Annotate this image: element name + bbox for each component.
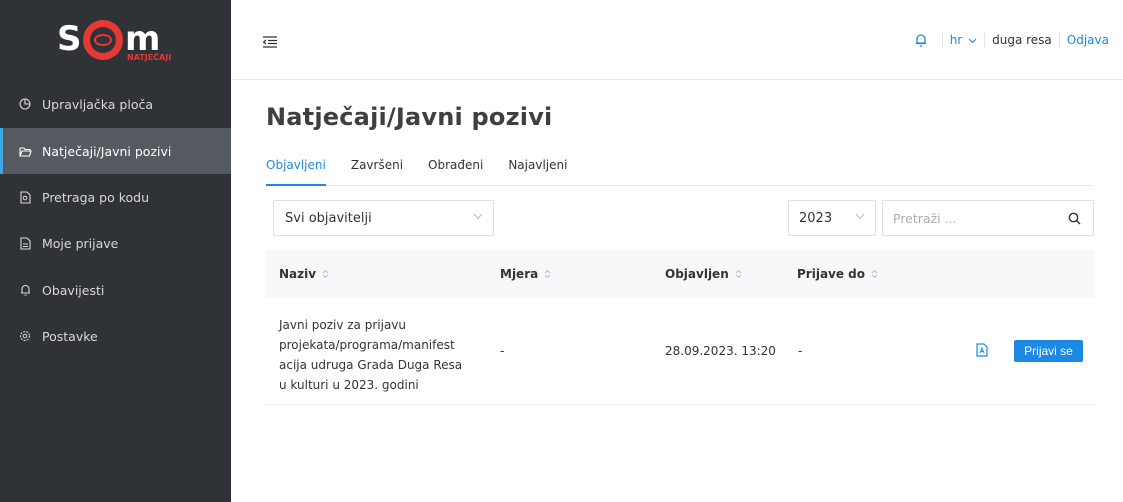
logout-link[interactable]: Odjava <box>1067 33 1109 47</box>
pdf-icon[interactable] <box>976 343 988 360</box>
sort-icon <box>544 269 551 279</box>
column-header-measure[interactable]: Mjera <box>500 267 551 281</box>
table-header: Naziv Mjera Objavljen Prijave do <box>266 250 1094 298</box>
call-name[interactable]: Javni poziv za prijavu projekata/program… <box>279 315 469 395</box>
chevron-down-icon <box>968 38 977 44</box>
sort-icon <box>735 269 742 279</box>
file-search-icon <box>17 190 33 204</box>
search-icon[interactable] <box>1068 212 1081 225</box>
sidebar-item-calls[interactable]: Natječaji/Javni pozivi <box>0 128 231 174</box>
divider <box>984 33 986 47</box>
sidebar: S m NATJEČAJI Upravljačka ploča Natječaj… <box>0 0 231 502</box>
gear-icon <box>17 330 33 342</box>
pie-chart-icon <box>17 98 33 110</box>
language-selector[interactable]: hr <box>950 33 977 47</box>
sidebar-item-my-applications[interactable]: Moje prijave <box>0 220 231 266</box>
sidebar-item-dashboard[interactable]: Upravljačka ploča <box>0 81 231 127</box>
published-date: 28.09.2023. 13:20 <box>665 344 776 358</box>
sidebar-item-label: Natječaji/Javni pozivi <box>42 143 172 159</box>
column-header-deadline[interactable]: Prijave do <box>797 267 878 281</box>
sort-icon <box>322 269 329 279</box>
table-row: Javni poziv za prijavu projekata/program… <box>266 298 1094 405</box>
chevron-down-icon <box>855 213 865 220</box>
search-input[interactable] <box>893 210 1053 226</box>
folder-open-icon <box>17 146 33 157</box>
notifications-bell-icon[interactable] <box>915 33 927 47</box>
username: duga resa <box>992 33 1052 47</box>
publisher-select[interactable]: Svi objavitelji <box>273 200 494 236</box>
top-bar: hr duga resa Odjava <box>231 0 1123 80</box>
deadline-value: - <box>798 344 803 358</box>
sidebar-item-label: Postavke <box>42 328 98 344</box>
chevron-down-icon <box>473 213 483 220</box>
sidebar-item-label: Pretraga po kodu <box>42 189 149 205</box>
apply-button[interactable]: Prijavi se <box>1014 340 1083 362</box>
sidebar-item-notifications[interactable]: Obavijesti <box>0 267 231 313</box>
tab-processed[interactable]: Obrađeni <box>428 158 483 186</box>
tab-published[interactable]: Objavljeni <box>266 158 326 186</box>
column-header-published[interactable]: Objavljen <box>665 267 742 281</box>
divider <box>1058 33 1060 47</box>
svg-text:S: S <box>57 19 82 59</box>
page-title: Natječaji/Javni pozivi <box>266 103 553 131</box>
logo[interactable]: S m NATJEČAJI <box>0 0 231 79</box>
year-select[interactable]: 2023 <box>788 200 876 236</box>
sidebar-item-settings[interactable]: Postavke <box>0 313 231 359</box>
measure-value: - <box>500 344 505 358</box>
bell-icon <box>17 284 33 296</box>
divider <box>941 33 943 47</box>
sidebar-item-code-search[interactable]: Pretraga po kodu <box>0 174 231 220</box>
menu-collapse-icon[interactable] <box>262 33 277 48</box>
tab-announced[interactable]: Najavljeni <box>508 158 567 186</box>
sidebar-item-label: Moje prijave <box>42 235 119 251</box>
logo-subtext: NATJEČAJI <box>127 51 171 62</box>
column-header-name[interactable]: Naziv <box>279 267 329 281</box>
tab-finished[interactable]: Završeni <box>351 158 403 186</box>
sidebar-item-label: Upravljačka ploča <box>42 96 153 112</box>
document-icon <box>17 236 33 250</box>
status-tabs: Objavljeni Završeni Obrađeni Najavljeni <box>266 158 1094 186</box>
search-box <box>882 200 1094 236</box>
user-menu: hr duga resa Odjava <box>915 33 1109 47</box>
som-logo: S m NATJEČAJI <box>57 19 171 62</box>
sort-icon <box>871 269 878 279</box>
sidebar-item-label: Obavijesti <box>42 282 105 298</box>
